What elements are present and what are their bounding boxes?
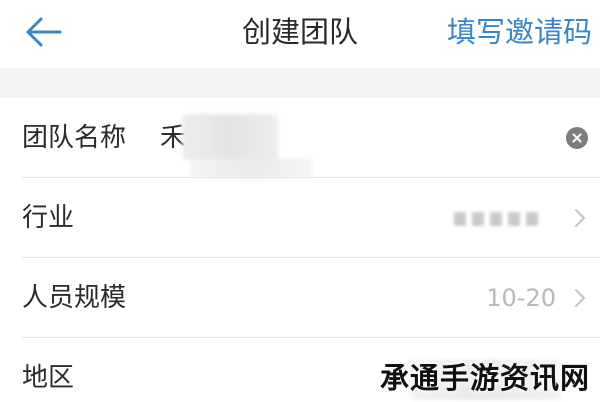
watermark-text: 承通手游资讯网 <box>379 361 590 395</box>
chevron-right-icon <box>575 289 585 307</box>
team-name-label: 团队名称 <box>22 123 127 153</box>
create-team-form: 团队名称 禾 行业 人员规模 10-20 地区 <box>0 98 600 402</box>
blurred-industry-value <box>454 208 554 230</box>
team-size-value: 10-20 <box>486 284 556 312</box>
team-size-row[interactable]: 人员规模 10-20 <box>0 258 600 338</box>
chevron-right-icon <box>575 209 585 227</box>
nav-bar: 创建团队 填写邀请码 <box>0 0 600 68</box>
industry-label: 行业 <box>22 203 75 233</box>
industry-row[interactable]: 行业 <box>0 178 600 258</box>
blurred-team-name-tail <box>190 158 312 178</box>
enter-invite-code-button[interactable]: 填写邀请码 <box>447 12 592 52</box>
team-name-row[interactable]: 团队名称 禾 <box>0 98 600 178</box>
arrow-left-icon <box>26 17 62 47</box>
section-gap <box>0 68 600 98</box>
back-button[interactable] <box>20 12 66 52</box>
region-label: 地区 <box>22 363 75 393</box>
blurred-team-name <box>182 114 278 160</box>
team-size-label: 人员规模 <box>22 283 127 313</box>
clear-circle-icon[interactable] <box>566 127 588 149</box>
